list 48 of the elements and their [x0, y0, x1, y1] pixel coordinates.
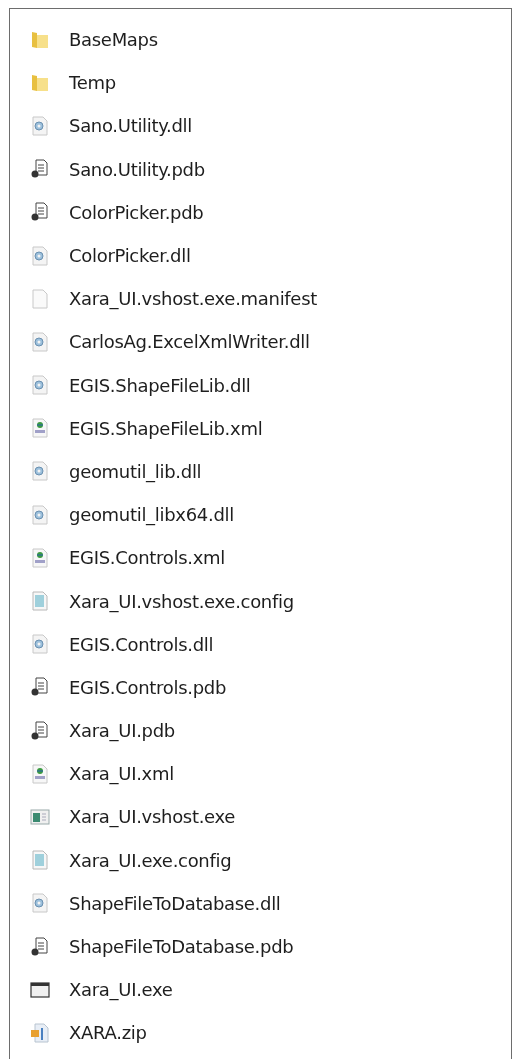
- window-icon: [30, 979, 50, 1000]
- file-item[interactable]: ShapeFileToDatabase.dll: [30, 881, 511, 925]
- file-item[interactable]: EGIS.Controls.pdb: [30, 665, 511, 709]
- blank-document-icon: [30, 288, 50, 309]
- gear-document-icon: [30, 893, 50, 914]
- file-item[interactable]: Xara_UI.vshost.exe: [30, 795, 511, 839]
- file-item[interactable]: ColorPicker.dll: [30, 233, 511, 278]
- file-item[interactable]: Temp: [30, 61, 511, 105]
- gear-document-icon: [30, 245, 50, 266]
- file-item[interactable]: ColorPicker.pdb: [30, 190, 511, 234]
- document-icon: [30, 159, 50, 180]
- folder-icon: [30, 29, 50, 50]
- file-item[interactable]: Xara_UI.vshost.exe.config: [30, 579, 511, 623]
- gear-document-icon: [30, 461, 50, 482]
- file-item[interactable]: EGIS.Controls.xml: [30, 536, 511, 580]
- document-icon: [30, 591, 50, 612]
- document-icon: [30, 202, 50, 223]
- globe-document-icon: [30, 418, 50, 439]
- document-icon: [30, 677, 50, 698]
- file-item[interactable]: XARA.zip: [30, 1011, 511, 1055]
- file-item[interactable]: EGIS.ShapeFileLib.dll: [30, 363, 511, 407]
- document-icon: [30, 720, 50, 741]
- document-icon: [30, 850, 50, 871]
- file-item[interactable]: CarlosAg.ExcelXmlWriter.dll: [30, 320, 511, 364]
- gear-document-icon: [30, 375, 50, 396]
- file-item[interactable]: Xara_UI.pdb: [30, 709, 511, 753]
- file-item[interactable]: Sano.Utility.pdb: [30, 147, 511, 191]
- gear-document-icon: [30, 115, 50, 136]
- zip-icon: [30, 1022, 50, 1043]
- gear-document-icon: [30, 504, 50, 525]
- file-item[interactable]: Xara_UI.vshost.exe.manifest: [30, 277, 511, 321]
- gear-document-icon: [30, 331, 50, 352]
- file-item[interactable]: Xara_UI.exe.config: [30, 838, 511, 882]
- file-item[interactable]: BaseMaps: [30, 18, 511, 62]
- file-item[interactable]: EGIS.ShapeFileLib.xml: [30, 406, 511, 450]
- file-item[interactable]: EGIS.Controls.dll: [30, 622, 511, 666]
- window-icon: [30, 806, 50, 827]
- gear-document-icon: [30, 634, 50, 655]
- globe-document-icon: [30, 763, 50, 784]
- file-item[interactable]: ShapeFileToDatabase.pdb: [30, 924, 511, 969]
- file-item[interactable]: geomutil_libx64.dll: [30, 493, 511, 537]
- file-item[interactable]: geomutil_lib.dll: [30, 449, 511, 494]
- document-icon: [30, 936, 50, 957]
- globe-document-icon: [30, 547, 50, 568]
- folder-icon: [30, 72, 50, 93]
- file-item[interactable]: Sano.Utility.dll: [30, 104, 511, 148]
- file-item[interactable]: Xara_UI.xml: [30, 752, 511, 796]
- file-item[interactable]: Xara_UI.exe: [30, 968, 511, 1012]
